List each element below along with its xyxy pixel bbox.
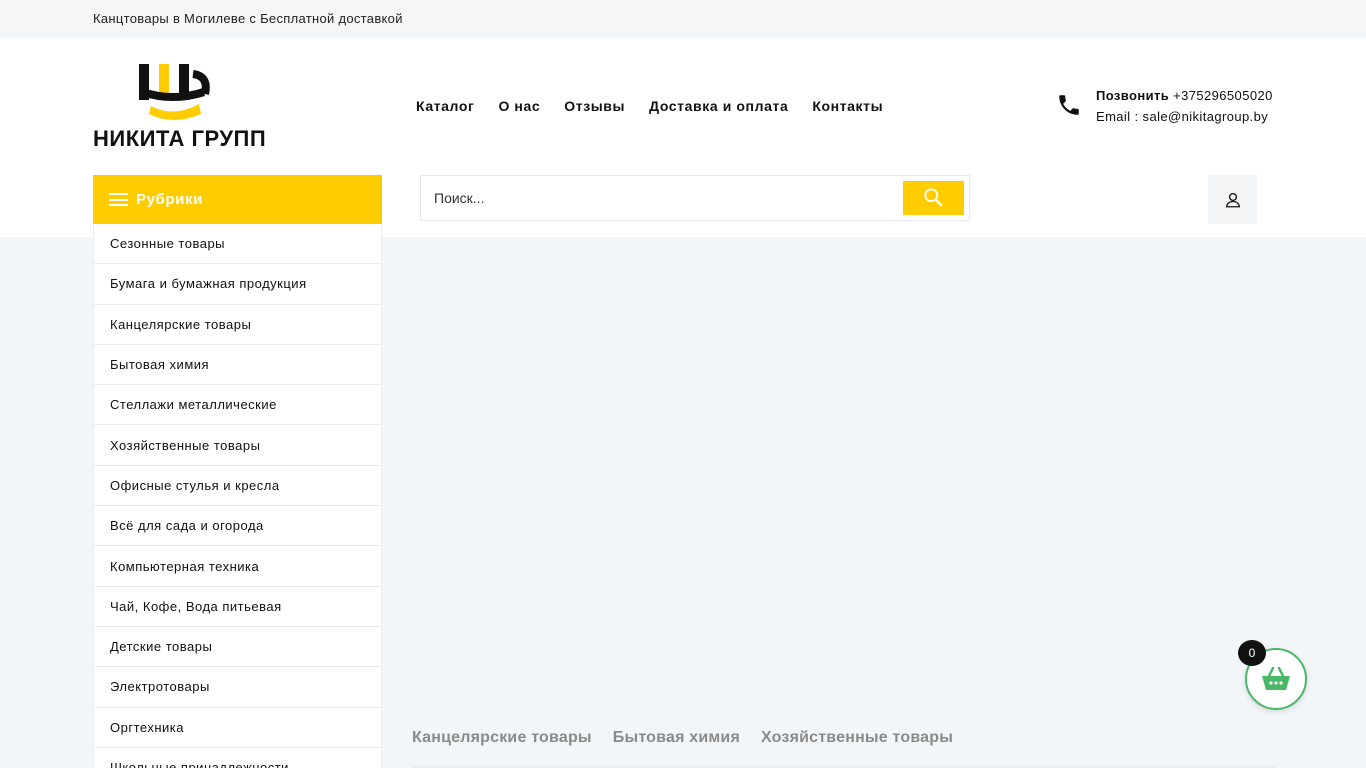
category-item[interactable]: Офисные стулья и кресла xyxy=(94,466,381,507)
nav-item-reviews[interactable]: Отзывы xyxy=(564,98,625,114)
nav-item-catalog[interactable]: Каталог xyxy=(416,98,474,114)
email-address[interactable]: sale@nikitagroup.by xyxy=(1143,109,1269,124)
category-item[interactable]: Канцелярские товары xyxy=(94,305,381,345)
category-item[interactable]: Чай, Кофе, Вода питьевая xyxy=(94,587,381,627)
category-item[interactable]: Бытовая химия xyxy=(94,345,381,386)
categories-toggle[interactable]: Рубрики xyxy=(93,175,382,224)
nav-item-about[interactable]: О нас xyxy=(498,98,540,114)
search-button[interactable] xyxy=(903,181,964,215)
user-icon xyxy=(1225,192,1240,207)
top-bar-text: Канцтовары в Могилеве с Бесплатной доста… xyxy=(93,11,403,26)
categories-toggle-label: Рубрики xyxy=(136,191,203,208)
call-label: Позвонить xyxy=(1096,88,1170,103)
cart-count-badge: 0 xyxy=(1238,640,1266,666)
category-item[interactable]: Всё для сада и огорода xyxy=(94,506,381,547)
logo-text: НИКИТА ГРУПП xyxy=(93,126,267,151)
category-item[interactable]: Стеллажи металлические xyxy=(94,385,381,426)
email-line[interactable]: Email : sale@nikitagroup.by xyxy=(1096,109,1268,124)
tab-stationery[interactable]: Канцелярские товары xyxy=(412,729,592,747)
tab-household-chemicals[interactable]: Бытовая химия xyxy=(613,729,740,747)
search-bar xyxy=(420,175,970,221)
phone-line[interactable]: Позвонить +375296505020 xyxy=(1096,88,1273,103)
search-input[interactable] xyxy=(421,176,901,220)
phone-icon xyxy=(1059,95,1079,115)
nav-item-delivery[interactable]: Доставка и оплата xyxy=(649,98,788,114)
category-item[interactable]: Бумага и бумажная продукция xyxy=(94,264,381,305)
menu-icon xyxy=(109,193,128,206)
basket-icon xyxy=(1262,666,1290,690)
search-icon xyxy=(923,188,942,207)
site-header: НИКИТА ГРУПП Каталог О нас Отзывы Достав… xyxy=(0,38,1366,237)
category-item[interactable]: Оргтехника xyxy=(94,708,381,748)
main-nav: Каталог О нас Отзывы Доставка и оплата К… xyxy=(416,98,883,114)
category-item[interactable]: Электротовары xyxy=(94,667,381,708)
category-item[interactable]: Школьные принадлежности xyxy=(94,748,381,768)
nav-item-contacts[interactable]: Контакты xyxy=(812,98,883,114)
category-item[interactable]: Сезонные товары xyxy=(94,224,381,265)
account-button[interactable] xyxy=(1208,175,1257,224)
category-item[interactable]: Хозяйственные товары xyxy=(94,425,381,466)
category-item[interactable]: Компьютерная техника xyxy=(94,546,381,587)
email-label: Email : xyxy=(1096,109,1139,124)
top-bar: Канцтовары в Могилеве с Бесплатной доста… xyxy=(0,0,1366,38)
logo[interactable]: НИКИТА ГРУПП xyxy=(93,64,266,151)
tab-household-goods[interactable]: Хозяйственные товары xyxy=(761,729,953,747)
logo-mark-icon xyxy=(139,64,210,120)
product-tabs: Канцелярские товары Бытовая химия Хозяйс… xyxy=(412,729,953,747)
category-item[interactable]: Детские товары xyxy=(94,627,381,668)
category-menu: Сезонные товары Бумага и бумажная продук… xyxy=(93,224,382,768)
phone-number[interactable]: +375296505020 xyxy=(1173,88,1273,103)
